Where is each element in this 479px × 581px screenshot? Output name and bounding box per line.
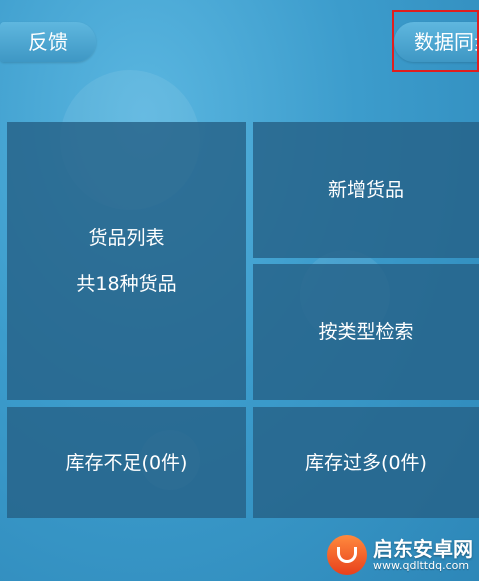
feedback-button[interactable]: 反馈 — [0, 22, 96, 62]
goods-count-text: 共18种货品 — [76, 273, 177, 295]
data-sync-button[interactable]: 数据同步 — [394, 22, 479, 62]
site-watermark: 启东安卓网 www.qdlttdq.com — [327, 535, 473, 575]
watermark-url: www.qdlttdq.com — [373, 558, 470, 572]
watermark-logo-icon — [327, 535, 367, 575]
low-stock-label: 库存不足(0件) — [65, 451, 188, 474]
watermark-name: 启东安卓网 — [373, 536, 473, 561]
over-stock-tile[interactable]: 库存过多(0件) — [253, 407, 479, 518]
low-stock-tile[interactable]: 库存不足(0件) — [7, 407, 246, 518]
add-goods-label: 新增货品 — [327, 179, 404, 201]
goods-list-title: 货品列表 — [88, 227, 165, 249]
over-stock-label: 库存过多(0件) — [305, 451, 427, 474]
goods-list-tile[interactable]: 货品列表 共18种货品 — [7, 122, 246, 400]
search-by-type-label: 按类型检索 — [318, 321, 414, 343]
add-goods-tile[interactable]: 新增货品 — [253, 122, 479, 258]
search-by-type-tile[interactable]: 按类型检索 — [253, 264, 479, 400]
